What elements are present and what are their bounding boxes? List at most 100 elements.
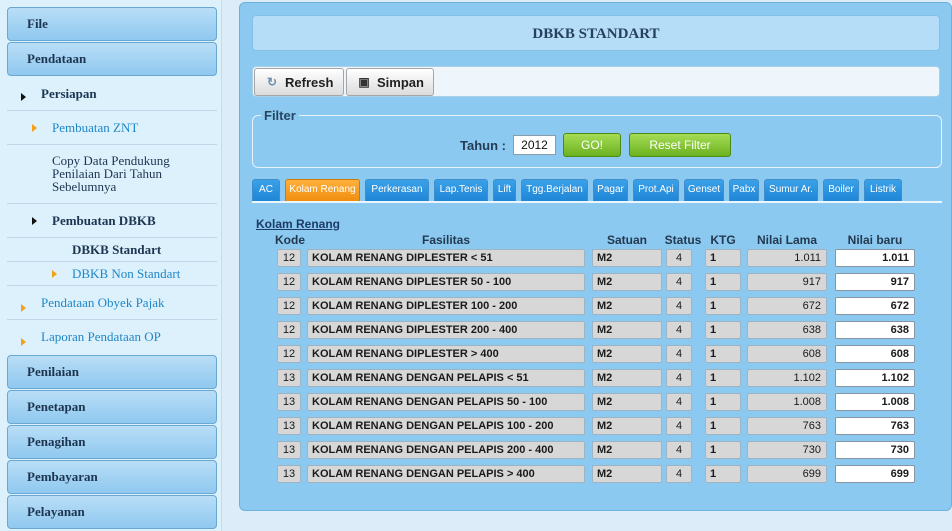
cell-ktg: 1	[705, 321, 741, 339]
nilai-baru-input[interactable]: 1.102	[835, 369, 915, 387]
table-row: 12 KOLAM RENANG DIPLESTER 100 - 200 M2 4 1 67…	[252, 297, 942, 317]
menu-copy-data-label: Copy Data Pendukung Penilaian Dari Tahun…	[52, 153, 170, 194]
menu-pelayanan-label: Pelayanan	[27, 504, 85, 519]
cell-kode: 13	[277, 441, 301, 459]
menu-laporan-op[interactable]: Laporan Pendataan OP	[7, 320, 217, 354]
menu-pembuatan-znt-label: Pembuatan ZNT	[52, 120, 139, 135]
cell-satuan: M2	[592, 441, 662, 459]
cell-kode: 13	[277, 465, 301, 483]
cell-nilai-lama: 699	[747, 465, 827, 483]
cell-satuan: M2	[592, 345, 662, 363]
tahun-input[interactable]: 2012	[513, 135, 556, 155]
nilai-baru-input[interactable]: 672	[835, 297, 915, 315]
tab-content: Kolam Renang Kode Fasilitas Satuan Statu…	[252, 201, 942, 499]
cell-status: 4	[666, 273, 692, 291]
cell-kode: 12	[277, 297, 301, 315]
menu-pembuatan-znt[interactable]: Pembuatan ZNT	[7, 111, 217, 145]
tab-sumur-ar[interactable]: Sumur Ar.	[764, 179, 818, 201]
caret-right-icon	[21, 92, 26, 101]
tab-lift[interactable]: Lift	[493, 179, 516, 201]
cell-nilai-lama: 1.008	[747, 393, 827, 411]
cell-fasilitas: KOLAM RENANG DIPLESTER < 51	[307, 249, 585, 267]
table-row: 13 KOLAM RENANG DENGAN PELAPIS > 400 M2 4 1 6…	[252, 465, 942, 485]
cell-fasilitas: KOLAM RENANG DENGAN PELAPIS 100 - 200	[307, 417, 585, 435]
simpan-button[interactable]: ▣ Simpan	[346, 68, 434, 96]
menu-pembuatan-dbkb[interactable]: Pembuatan DBKB	[7, 204, 217, 238]
cell-ktg: 1	[705, 393, 741, 411]
cell-nilai-lama: 730	[747, 441, 827, 459]
cell-satuan: M2	[592, 273, 662, 291]
table-row: 13 KOLAM RENANG DENGAN PELAPIS 50 - 100 M2…	[252, 393, 942, 413]
menu-pelayanan[interactable]: Pelayanan	[7, 495, 217, 529]
cell-satuan: M2	[592, 393, 662, 411]
caret-right-icon	[32, 216, 37, 225]
nilai-baru-input[interactable]: 608	[835, 345, 915, 363]
tab-genset[interactable]: Genset	[684, 179, 724, 201]
section-title[interactable]: Kolam Renang	[256, 217, 340, 231]
cell-ktg: 1	[705, 441, 741, 459]
tab-boiler[interactable]: Boiler	[823, 179, 859, 201]
tab-perkerasan[interactable]: Perkerasan	[365, 179, 429, 201]
cell-ktg: 1	[705, 465, 741, 483]
table-row: 13 KOLAM RENANG DENGAN PELAPIS < 51 M2 4 1 1.…	[252, 369, 942, 389]
nilai-baru-input[interactable]: 699	[835, 465, 915, 483]
nilai-baru-input[interactable]: 1.008	[835, 393, 915, 411]
menu-dbkb-non-standart[interactable]: DBKB Non Standart	[7, 262, 217, 286]
menu-persiapan[interactable]: Persiapan	[7, 77, 217, 111]
cell-ktg: 1	[705, 345, 741, 363]
tab-listrik[interactable]: Listrik	[864, 179, 902, 201]
refresh-button-label: Refresh	[285, 74, 334, 90]
refresh-button[interactable]: ↻ Refresh	[254, 68, 344, 96]
tab-pagar[interactable]: Pagar	[593, 179, 628, 201]
menu-dbkb-standart-label: DBKB Standart	[72, 242, 162, 257]
header-kode: Kode	[275, 233, 305, 247]
cell-fasilitas: KOLAM RENANG DENGAN PELAPIS 50 - 100	[307, 393, 585, 411]
cell-kode: 12	[277, 321, 301, 339]
tab-lap-tenis[interactable]: Lap.Tenis	[434, 179, 488, 201]
cell-satuan: M2	[592, 321, 662, 339]
tab-kolam-renang[interactable]: Kolam Renang	[285, 179, 360, 201]
header-fasilitas: Fasilitas	[421, 233, 471, 247]
menu-file[interactable]: File	[7, 7, 217, 41]
menu-penagihan[interactable]: Penagihan	[7, 425, 217, 459]
menu-pembayaran-label: Pembayaran	[27, 469, 98, 484]
nilai-baru-input[interactable]: 638	[835, 321, 915, 339]
cell-fasilitas: KOLAM RENANG DIPLESTER 50 - 100	[307, 273, 585, 291]
nilai-baru-input[interactable]: 763	[835, 417, 915, 435]
cell-fasilitas: KOLAM RENANG DIPLESTER 200 - 400	[307, 321, 585, 339]
tab-ac[interactable]: AC	[252, 179, 280, 201]
go-button[interactable]: GO!	[563, 133, 621, 157]
cell-ktg: 1	[705, 417, 741, 435]
cell-ktg: 1	[705, 297, 741, 315]
tab-tgg-berjalan[interactable]: Tgg.Berjalan	[521, 179, 588, 201]
menu-pendataan-op[interactable]: Pendataan Obyek Pajak	[7, 286, 217, 320]
menu-pendataan[interactable]: Pendataan	[7, 42, 217, 76]
cell-satuan: M2	[592, 417, 662, 435]
save-icon: ▣	[358, 75, 370, 89]
caret-right-icon	[32, 123, 37, 132]
table-row: 13 KOLAM RENANG DENGAN PELAPIS 200 - 400 M…	[252, 441, 942, 461]
menu-copy-data[interactable]: Copy Data Pendukung Penilaian Dari Tahun…	[7, 145, 217, 204]
menu-penetapan[interactable]: Penetapan	[7, 390, 217, 424]
tab-pabx[interactable]: Pabx	[729, 179, 759, 201]
cell-fasilitas: KOLAM RENANG DENGAN PELAPIS < 51	[307, 369, 585, 387]
menu-penilaian[interactable]: Penilaian	[7, 355, 217, 389]
menu-penagihan-label: Penagihan	[27, 434, 86, 449]
refresh-icon: ↻	[266, 75, 278, 89]
nilai-baru-input[interactable]: 917	[835, 273, 915, 291]
reset-filter-button[interactable]: Reset Filter	[629, 133, 731, 157]
cell-satuan: M2	[592, 297, 662, 315]
menu-pembayaran[interactable]: Pembayaran	[7, 460, 217, 494]
cell-status: 4	[666, 345, 692, 363]
cell-nilai-lama: 1.102	[747, 369, 827, 387]
table-row: 12 KOLAM RENANG DIPLESTER < 51 M2 4 1 1.011 1.…	[252, 249, 942, 269]
menu-pendataan-label: Pendataan	[27, 51, 87, 66]
cell-nilai-lama: 1.011	[747, 249, 827, 267]
nilai-baru-input[interactable]: 730	[835, 441, 915, 459]
tab-prot-api[interactable]: Prot.Api	[633, 179, 679, 201]
header-ktg: KTG	[710, 233, 736, 247]
menu-dbkb-standart[interactable]: DBKB Standart	[7, 238, 217, 262]
nilai-baru-input[interactable]: 1.011	[835, 249, 915, 267]
tahun-label: Tahun :	[460, 138, 506, 153]
cell-fasilitas: KOLAM RENANG DIPLESTER 100 - 200	[307, 297, 585, 315]
